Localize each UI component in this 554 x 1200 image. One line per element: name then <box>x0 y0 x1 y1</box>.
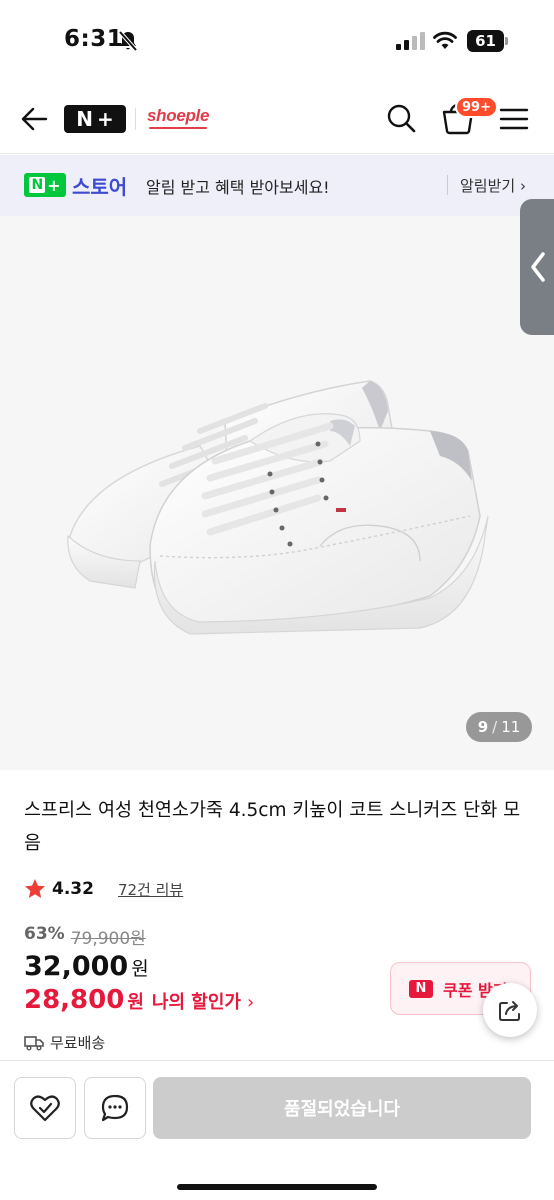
nplus-logo[interactable]: N + <box>64 105 126 133</box>
product-photo-sneakers <box>67 380 489 635</box>
gallery-current-page: 9 <box>477 718 489 736</box>
original-price: 79,900원 <box>70 929 146 949</box>
talk-inquiry-button[interactable] <box>84 1077 146 1139</box>
discount-rate: 63% <box>24 924 65 944</box>
home-indicator[interactable] <box>177 1184 377 1190</box>
sale-price-value: 32,000 <box>24 951 129 982</box>
delivery-info: 무료배송 <box>24 1032 105 1053</box>
header: N + shoeple 99+ <box>0 86 554 154</box>
store-logo-plus: + <box>47 175 61 195</box>
member-price-unit: 원 <box>127 992 144 1013</box>
delivery-label: 무료배송 <box>50 1034 106 1052</box>
chevron-left-icon <box>531 252 545 282</box>
sale-price: 32,000 원 <box>24 951 149 982</box>
side-panel-handle[interactable] <box>520 199 554 335</box>
store-logo-n: N <box>29 177 46 193</box>
nplus-logo-n: N <box>76 107 93 131</box>
truck-icon <box>24 1035 44 1050</box>
gallery-page-indicator: 9 / 11 <box>466 712 532 742</box>
store-name: 스토어 <box>72 175 128 199</box>
product-image-gallery[interactable]: 9 / 11 <box>0 216 554 770</box>
share-icon <box>499 1001 520 1021</box>
battery-level: 61 <box>467 30 504 52</box>
member-price-value: 28,800 <box>24 985 125 1015</box>
nplus-logo-plus: + <box>96 107 114 131</box>
store-banner-message: 알림 받고 혜택 받아보세요! <box>146 178 330 197</box>
member-discount-price[interactable]: 28,800 원 나의 할인가 › <box>24 985 254 1015</box>
naver-plus-store-logo: N + <box>24 173 66 197</box>
logo-divider <box>135 108 136 130</box>
share-button[interactable] <box>483 983 537 1037</box>
rating-row: 4.32 72건 리뷰 <box>24 877 183 901</box>
battery-icon: 61 <box>467 30 509 52</box>
sold-out-button[interactable]: 품절되었습니다 <box>153 1077 531 1139</box>
review-count-link[interactable]: 72건 리뷰 <box>118 879 183 900</box>
star-icon <box>25 879 45 898</box>
store-notification-banner[interactable]: N + 스토어 알림 받고 혜택 받아보세요! 알림받기 › <box>0 155 554 216</box>
cellular-signal-icon <box>396 32 425 50</box>
product-title: 스프리스 여성 천연소가죽 4.5cm 키높이 코트 스니커즈 단화 모음 <box>24 800 521 854</box>
menu-icon[interactable] <box>498 105 530 133</box>
coupon-n-icon: N <box>409 979 433 998</box>
sale-price-unit: 원 <box>131 958 149 980</box>
store-banner-divider <box>447 175 448 195</box>
gallery-total-pages: 11 <box>501 718 521 736</box>
search-icon[interactable] <box>384 101 418 135</box>
status-bar: 6:31 61 <box>0 0 554 86</box>
gallery-page-separator: / <box>492 718 498 736</box>
brand-logo[interactable]: shoeple <box>147 106 209 129</box>
member-price-label: 나의 할인가 <box>151 992 241 1013</box>
heart-check-icon <box>30 1095 60 1122</box>
back-arrow-icon[interactable] <box>18 102 52 136</box>
bottom-action-bar: 품절되었습니다 <box>0 1060 554 1200</box>
chevron-right-icon: › <box>246 992 255 1013</box>
wishlist-button[interactable] <box>14 1077 76 1139</box>
cart-count-badge: 99+ <box>455 96 498 118</box>
subscribe-alerts-link[interactable]: 알림받기 › <box>460 175 526 196</box>
chat-bubble-icon <box>101 1094 129 1122</box>
rating-value: 4.32 <box>52 879 94 899</box>
status-time: 6:31 <box>64 26 124 52</box>
original-price-row: 63% 79,900원 <box>24 924 146 949</box>
wifi-icon <box>433 31 457 49</box>
bell-slash-icon <box>118 30 138 52</box>
